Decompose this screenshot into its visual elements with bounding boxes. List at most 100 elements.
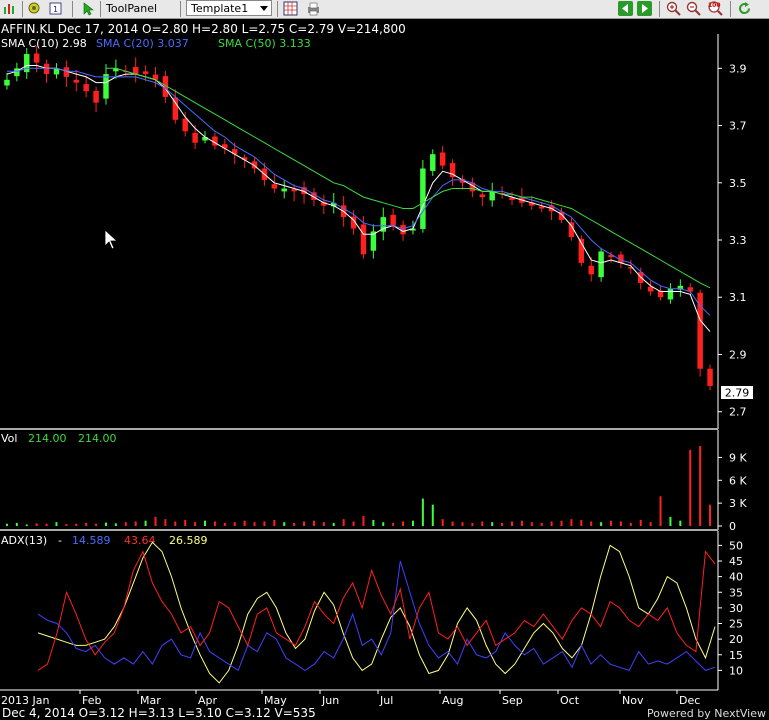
adx-dash: - — [58, 534, 62, 547]
status-bar: Dec 4, 2014 O=3.12 H=3.13 L=3.10 C=3.12 … — [0, 705, 769, 720]
volume-bar — [75, 523, 78, 526]
toolbar-separator — [277, 1, 278, 17]
volume-bar — [679, 520, 682, 526]
volume-bar — [372, 519, 375, 526]
candle-body — [281, 188, 287, 192]
stock-chart[interactable]: 3.9 3.7 3.5 3.3 3.1 2.9 2.7 AFFIN.KL Dec 17, 2… — [0, 18, 769, 720]
volume-bar — [352, 521, 355, 526]
last-price-marker: 2.79 — [721, 386, 753, 400]
adx-tick-label: 45 — [729, 555, 743, 568]
volume-bar — [510, 521, 513, 526]
volume-bar — [283, 522, 286, 526]
price-tick-label: 3.5 — [729, 177, 747, 190]
candle-body — [707, 368, 713, 386]
volume-bar — [382, 522, 385, 526]
toolbar-separator — [72, 1, 73, 17]
template-select-value: Template1 — [191, 2, 249, 15]
volume-bar — [580, 519, 583, 526]
settings-icon[interactable]: 1 — [48, 1, 63, 16]
candle-body — [598, 251, 604, 278]
volume-bar — [35, 523, 38, 526]
volume-bar — [342, 519, 345, 526]
volume-bar — [134, 521, 137, 526]
candle-body — [93, 90, 99, 103]
zoom-out-icon[interactable] — [686, 1, 701, 16]
volume-bar — [154, 516, 157, 526]
candle-body — [33, 53, 40, 63]
template-select[interactable]: Template1 — [186, 0, 272, 16]
candle-body — [430, 154, 436, 171]
candle-body — [439, 152, 446, 166]
chevron-down-icon — [260, 6, 268, 11]
adx-tick-label: 10 — [729, 664, 743, 677]
volume-bar — [560, 520, 563, 526]
price-tick-label: 3.1 — [729, 291, 747, 304]
volume-bar — [411, 520, 414, 526]
candle-body — [420, 168, 426, 229]
grid-icon[interactable] — [283, 1, 298, 16]
zoom-reset-button[interactable]: 100 — [707, 1, 724, 16]
volume-bar — [461, 522, 464, 526]
candle-body — [24, 54, 30, 73]
adx-label: ADX(13) — [1, 534, 47, 547]
plus-di-line — [37, 560, 716, 672]
volume-axis: 9 K 6 K 3 K 0 — [717, 430, 747, 533]
volume-bar — [709, 504, 712, 526]
volume-bar — [520, 520, 523, 526]
price-header: AFFIN.KL Dec 17, 2014 O=2.80 H=2.80 L=2.… — [1, 22, 406, 36]
adx-tick-label: 35 — [729, 586, 743, 599]
zoom-reset-label: 100 — [708, 2, 721, 9]
volume-bar — [481, 521, 484, 526]
adx-line — [37, 541, 716, 684]
sma20-label: SMA C(20) 3.037 — [96, 37, 189, 50]
candle-body — [172, 97, 179, 120]
toolbar: 1 ToolPanel Template1 100 — [0, 0, 769, 19]
last-price-label: 2.79 — [725, 387, 750, 400]
scroll-left-icon[interactable] — [618, 1, 633, 16]
print-icon[interactable] — [306, 1, 321, 16]
volume-bar — [689, 449, 692, 526]
volume-bar — [649, 522, 652, 526]
volume-bar — [213, 521, 216, 526]
volume-bar — [441, 519, 444, 526]
refresh-icon[interactable] — [737, 1, 752, 16]
volume-bar — [303, 521, 306, 526]
volume-label: Vol — [1, 432, 17, 445]
cursor-icon[interactable] — [80, 1, 95, 16]
volume-bar — [540, 522, 543, 526]
volume-bar — [491, 522, 494, 526]
volume-bar — [85, 522, 88, 526]
volume-bar — [600, 522, 603, 526]
candle-body — [588, 265, 594, 275]
volume-bar — [362, 516, 365, 526]
candle-body — [132, 66, 139, 75]
scroll-right-icon[interactable] — [637, 1, 652, 16]
adx-lines — [37, 541, 716, 684]
zoom-in-icon[interactable] — [666, 1, 681, 16]
price-tick-label: 3.7 — [729, 120, 747, 133]
price-tick-label: 2.7 — [729, 406, 747, 419]
chart-icon[interactable] — [2, 1, 17, 16]
volume-bar — [55, 522, 58, 526]
adx-tick-label: 30 — [729, 602, 743, 615]
candle-body — [489, 191, 495, 201]
candle-body — [192, 132, 198, 143]
candle-body — [83, 84, 89, 92]
sma10-label: SMA C(10) 2.98 — [1, 37, 87, 50]
mouse-pointer-icon — [104, 229, 119, 250]
volume-bar — [45, 523, 48, 526]
toolbar-separator — [22, 1, 23, 17]
price-tick-label: 2.9 — [729, 348, 747, 361]
candle-body — [697, 292, 703, 369]
toolpanel-button[interactable]: ToolPanel — [106, 1, 157, 16]
volume-bar — [550, 521, 553, 526]
volume-bar — [570, 519, 573, 526]
adx-tick-label: 25 — [729, 618, 743, 631]
status-readout: Dec 4, 2014 O=3.12 H=3.13 L=3.10 C=3.12 … — [2, 706, 316, 720]
indicators-icon[interactable] — [27, 1, 42, 16]
svg-text:1: 1 — [53, 5, 58, 14]
toolbar-separator — [730, 1, 731, 17]
volume-bar — [699, 446, 702, 526]
volume-bar — [332, 522, 335, 526]
price-sma-lines — [6, 65, 711, 332]
